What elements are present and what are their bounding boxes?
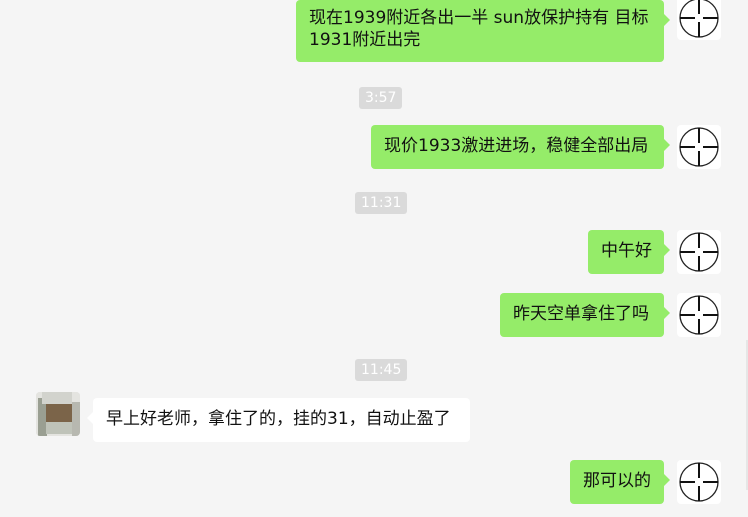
chat-message-area[interactable]: 现在1939附近各出一半 sun放保护持有 目标 1931附近出完 3:57 现…	[0, 0, 748, 517]
message-text: 现价1933激进进场，稳健全部出局	[384, 136, 649, 156]
my-avatar[interactable]	[677, 293, 721, 337]
message-text-line: 1931附近出完	[309, 30, 421, 50]
message-bubble-outgoing[interactable]: 现价1933激进进场，稳健全部出局	[371, 125, 670, 169]
message-bubble-outgoing[interactable]: 那可以的	[570, 460, 670, 504]
crosshair-icon	[679, 0, 719, 38]
message-bubble-outgoing[interactable]: 现在1939附近各出一半 sun放保护持有 目标 1931附近出完	[296, 0, 670, 62]
my-avatar[interactable]	[677, 230, 721, 274]
message-text-line: 现在1939附近各出一半 sun放保护持有 目标	[309, 8, 649, 28]
my-avatar[interactable]	[677, 125, 721, 169]
crosshair-icon	[679, 127, 719, 167]
message-bubble-outgoing[interactable]: 昨天空单拿住了吗	[500, 293, 670, 337]
message-text: 早上好老师，拿住了的，挂的31，自动止盈了	[106, 409, 451, 429]
message-text: 那可以的	[583, 471, 651, 491]
crosshair-icon	[679, 462, 719, 502]
message-bubble-incoming[interactable]: 早上好老师，拿住了的，挂的31，自动止盈了	[87, 398, 470, 442]
message-bubble-outgoing[interactable]: 中午好	[588, 230, 670, 274]
message-text: 中午好	[601, 241, 652, 261]
crosshair-icon	[679, 232, 719, 272]
timestamp-divider: 3:57	[359, 87, 403, 109]
message-text: 昨天空单拿住了吗	[513, 304, 649, 324]
blurred-photo-avatar	[36, 392, 80, 436]
my-avatar[interactable]	[677, 0, 721, 40]
timestamp-divider: 11:31	[355, 192, 408, 214]
timestamp-divider: 11:45	[355, 359, 408, 381]
contact-avatar[interactable]	[36, 392, 80, 436]
crosshair-icon	[679, 295, 719, 335]
my-avatar[interactable]	[677, 460, 721, 504]
